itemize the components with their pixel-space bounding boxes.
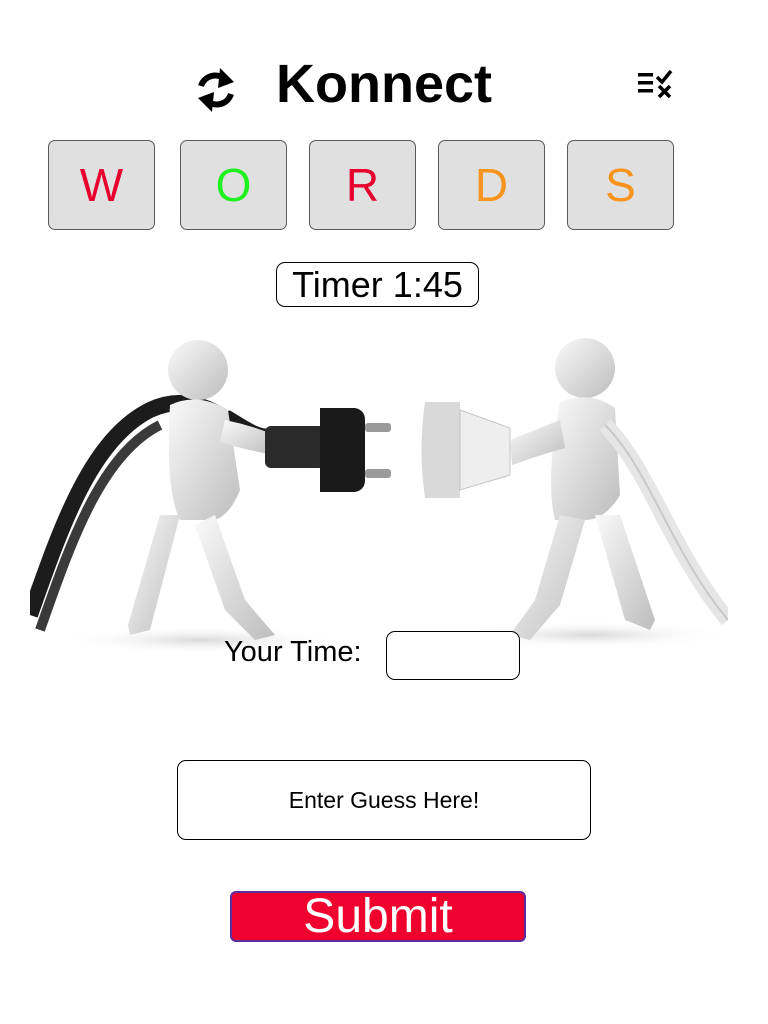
letter-tile[interactable]: W	[48, 140, 155, 230]
your-time-label: Your Time:	[224, 636, 362, 668]
letter-tile[interactable]: R	[309, 140, 416, 230]
letter-tile[interactable]: D	[438, 140, 545, 230]
plug-connection-illustration	[30, 338, 728, 654]
letter-tile[interactable]: S	[567, 140, 674, 230]
letter-tile[interactable]: O	[180, 140, 287, 230]
submit-button[interactable]: Submit	[230, 891, 526, 942]
timer-display: Timer 1:45	[276, 262, 479, 307]
guess-input[interactable]: Enter Guess Here!	[177, 760, 591, 840]
checklist-clear-icon	[638, 69, 673, 99]
your-time-field[interactable]	[386, 631, 520, 680]
menu-button[interactable]	[634, 66, 678, 102]
